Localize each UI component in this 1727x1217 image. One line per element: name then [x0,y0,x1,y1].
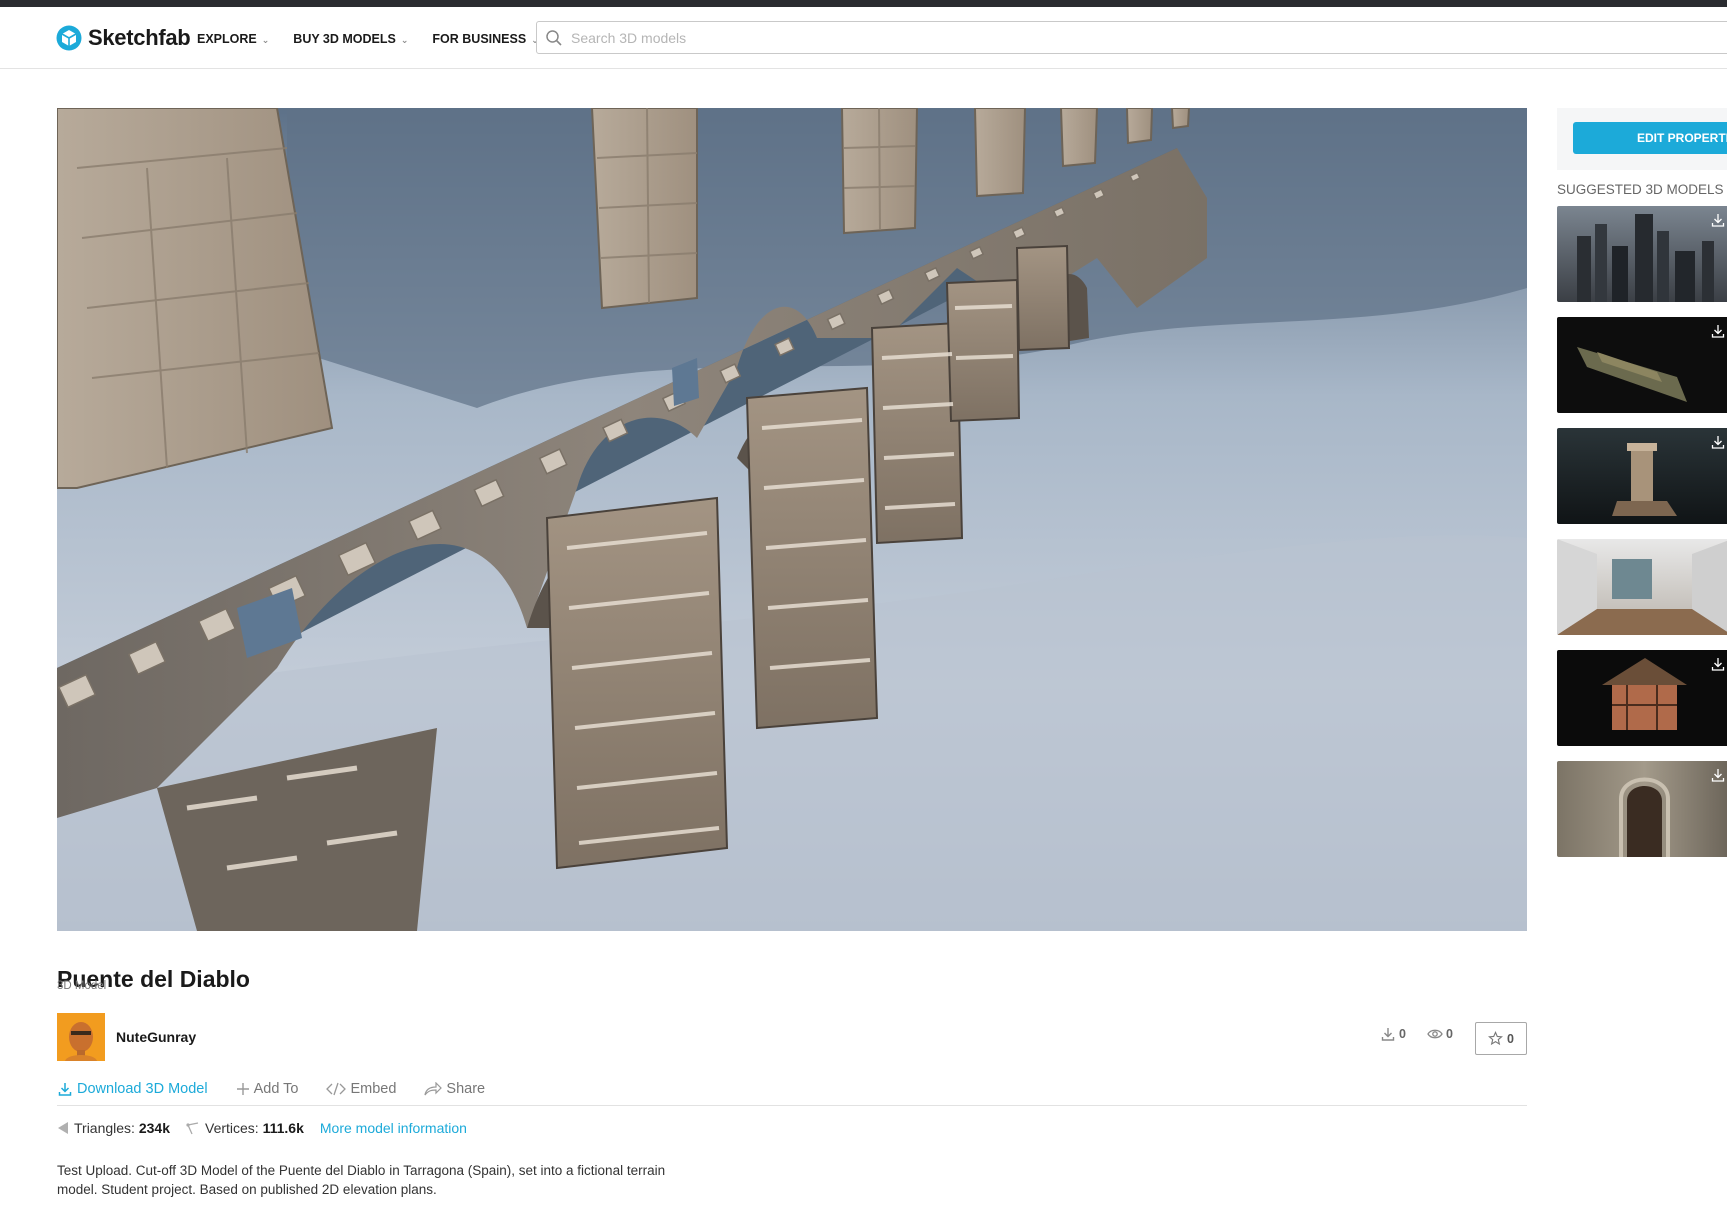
embed-button[interactable]: Embed [326,1078,396,1100]
share-label: Share [446,1081,486,1097]
more-model-info-link[interactable]: More model information [320,1120,467,1136]
view-count-value: 0 [1446,1027,1453,1041]
author-avatar[interactable] [57,1013,105,1061]
triangles-value: 234k [138,1120,170,1136]
suggested-model-thumbnail[interactable] [1557,539,1727,635]
share-button[interactable]: Share [424,1078,485,1100]
add-to-label: Add To [253,1081,299,1097]
nav-business-label: FOR BUSINESS [432,31,527,46]
model-actions: Download 3D Model Add To Embed Share [57,1078,1527,1106]
view-count: 0 [1427,1026,1453,1042]
search-input[interactable] [569,28,1469,47]
chevron-down-icon: ⌄ [400,35,409,45]
download-icon [58,1083,72,1096]
right-sidebar: EDIT PROPERTIES SUGGESTED 3D MODELS [1557,108,1727,858]
embed-label: Embed [350,1081,397,1097]
model-description: Test Upload. Cut-off 3D Model of the Pue… [57,1163,666,1197]
download-label: Download 3D Model [77,1081,208,1097]
download-button[interactable]: Download 3D Model [57,1078,208,1100]
brand-name: Sketchfab [88,25,191,50]
download-icon [1711,325,1725,338]
model-specs: Triangles: 234k Vertices: 111.6k More mo… [57,1120,467,1136]
stone-doorway-icon [1619,777,1670,857]
download-icon [1711,658,1725,671]
like-count: 0 [1507,1031,1514,1046]
plus-icon [236,1083,249,1095]
vertices-label: Vertices: [205,1120,259,1136]
nav-for-business[interactable]: FOR BUSINESS ⌄ [432,31,538,46]
download-count-value: 0 [1399,1027,1406,1041]
vertex-icon [186,1122,199,1135]
download-count: 0 [1380,1026,1406,1042]
top-navbar: Sketchfab EXPLORE ⌄ BUY 3D MODELS ⌄ FOR … [0,7,1727,69]
vertices-value: 111.6k [262,1120,304,1136]
terrain-scan-icon [1577,347,1687,402]
viewer-render [57,108,1527,931]
browser-top-strip [0,0,1727,7]
download-icon [1711,769,1725,782]
wooden-house-icon [1602,658,1687,730]
edit-properties-button[interactable]: EDIT PROPERTIES [1573,122,1727,154]
triangle-count: Triangles: 234k [57,1120,170,1136]
search-bar[interactable] [536,21,1727,54]
model-viewer[interactable] [57,108,1527,931]
like-button[interactable]: 0 [1475,1022,1527,1055]
sketchfab-logo[interactable]: Sketchfab [56,23,191,53]
main-nav: EXPLORE ⌄ BUY 3D MODELS ⌄ FOR BUSINESS ⌄ [197,31,563,46]
sketchfab-logo-icon [56,25,82,51]
author-name[interactable]: NuteGunray [116,1029,196,1045]
chevron-down-icon: ⌄ [261,35,270,45]
suggested-models-heading: SUGGESTED 3D MODELS [1557,182,1724,197]
triangles-label: Triangles: [74,1120,135,1136]
code-icon [326,1082,347,1096]
suggested-model-thumbnail[interactable] [1557,761,1727,857]
avatar-image [57,1013,105,1061]
vertex-count: Vertices: 111.6k [186,1120,304,1136]
download-icon [1711,214,1725,227]
suggested-model-thumbnail[interactable] [1557,317,1727,413]
triangle-icon [58,1122,68,1134]
column-ruin-icon [1612,443,1677,516]
suggested-model-thumbnail[interactable] [1557,428,1727,524]
search-icon [546,29,562,46]
model-type: 3D Model [57,980,107,992]
gallery-interior-icon [1557,539,1727,635]
share-icon [424,1082,443,1096]
eye-icon [1427,1029,1443,1039]
add-to-button[interactable]: Add To [236,1078,299,1100]
download-icon [1711,436,1725,449]
suggested-model-thumbnail[interactable] [1557,206,1727,302]
nav-buy-3d-models[interactable]: BUY 3D MODELS ⌄ [293,31,408,46]
nav-explore[interactable]: EXPLORE ⌄ [197,31,269,46]
nav-buy-label: BUY 3D MODELS [293,31,396,46]
download-icon [1381,1028,1395,1041]
suggested-model-thumbnail[interactable] [1557,650,1727,746]
nav-explore-label: EXPLORE [197,31,257,46]
city-skyline-icon [1577,214,1714,302]
star-icon [1488,1031,1503,1046]
